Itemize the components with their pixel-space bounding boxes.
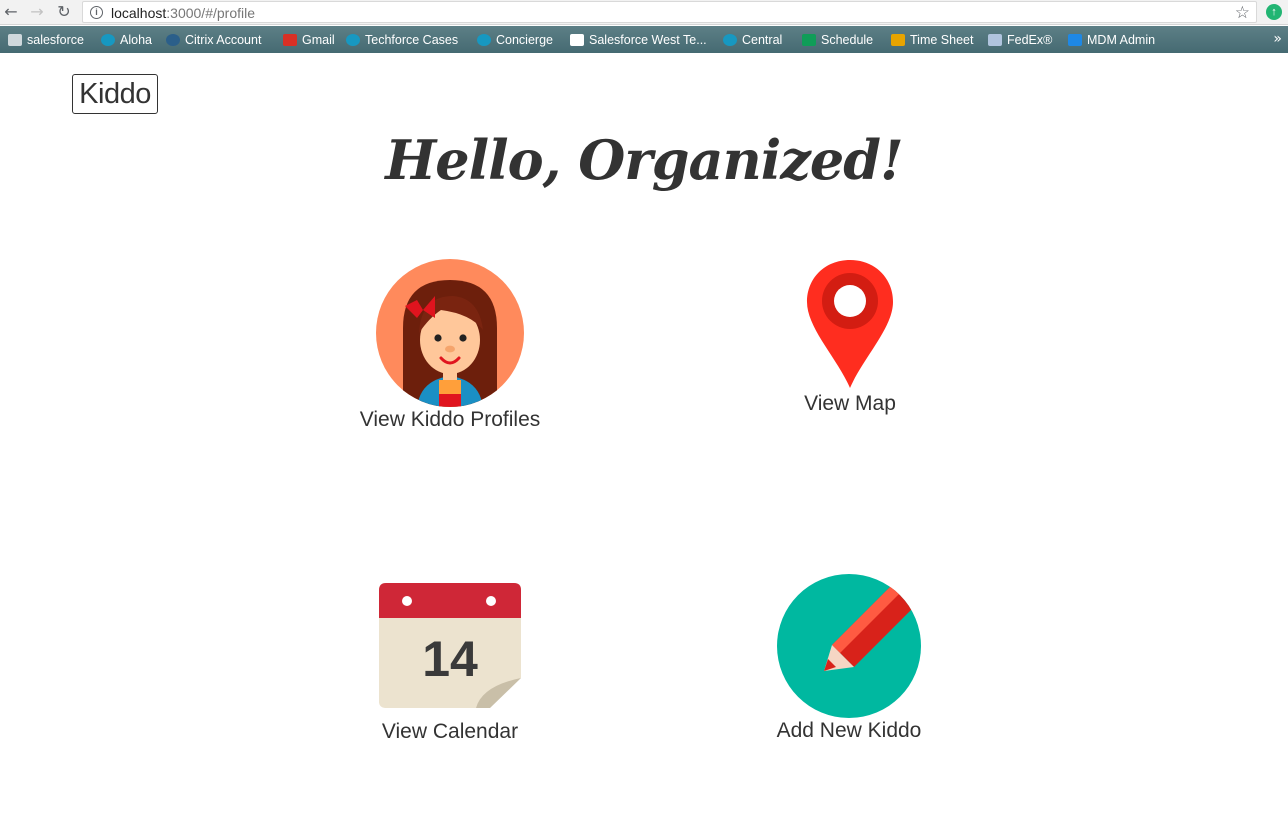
bookmark-item[interactable]: Salesforce West Te...	[570, 32, 707, 48]
bookmark-star-icon[interactable]: ☆	[1235, 3, 1250, 23]
brand-link[interactable]: Kiddo	[72, 74, 158, 114]
bookmarks-bar: » salesforce Aloha Citrix Account Gmail Tech…	[0, 26, 1288, 53]
browser-toolbar: ← → ↻ i localhost:3000/#/profile ☆ ↑	[0, 0, 1288, 25]
bookmark-item[interactable]: Citrix Account	[166, 32, 261, 48]
page-title: Hello, Organized!	[385, 128, 904, 192]
address-bar[interactable]: i localhost:3000/#/profile ☆	[82, 1, 1257, 23]
page-icon	[570, 34, 584, 46]
cloud-icon	[101, 34, 115, 46]
bookmark-item[interactable]: FedEx®	[988, 32, 1052, 48]
bookmark-item[interactable]: Central	[723, 32, 782, 48]
view-profiles-tile[interactable]: View Kiddo Profiles	[340, 258, 560, 432]
forward-arrow-icon[interactable]: →	[28, 3, 46, 21]
add-kiddo-label[interactable]: Add New Kiddo	[739, 719, 959, 743]
extension-icon[interactable]: ↑	[1266, 4, 1282, 20]
bookmark-label: Citrix Account	[185, 33, 262, 47]
view-map-label[interactable]: View Map	[760, 392, 940, 416]
bookmark-label: Time Sheet	[910, 33, 974, 47]
bookmark-label: Gmail	[302, 33, 335, 47]
cloud-icon	[346, 34, 360, 46]
bookmark-label: salesforce	[27, 33, 84, 47]
pencil-icon	[777, 574, 921, 718]
bookmark-label: FedEx®	[1007, 33, 1053, 47]
back-arrow-icon[interactable]: ←	[2, 3, 20, 21]
add-kiddo-tile[interactable]: Add New Kiddo	[739, 573, 959, 743]
bookmark-label: Concierge	[496, 33, 553, 47]
view-profiles-label[interactable]: View Kiddo Profiles	[340, 408, 560, 432]
bookmark-item[interactable]: Concierge	[477, 32, 553, 48]
bookmark-item[interactable]: Gmail	[283, 32, 335, 48]
map-pin-icon	[807, 260, 893, 388]
bookmark-label: Salesforce West Te...	[589, 33, 707, 47]
url-text[interactable]: localhost:3000/#/profile	[111, 5, 255, 21]
bookmark-label: MDM Admin	[1087, 33, 1156, 47]
calendar-day-number: 14	[422, 631, 478, 687]
girl-avatar-icon	[376, 259, 524, 407]
bookmark-item[interactable]: salesforce	[8, 32, 84, 48]
linkedin-icon	[166, 34, 180, 46]
timesheet-icon	[891, 34, 905, 46]
cloud-icon	[477, 34, 491, 46]
sheet-icon	[802, 34, 816, 46]
url-host: localhost	[111, 5, 167, 21]
bookmark-item[interactable]: Techforce Cases	[346, 32, 458, 48]
view-calendar-tile[interactable]: 14 View Calendar	[340, 582, 560, 744]
bookmark-label: Schedule	[821, 33, 874, 47]
flag-icon	[988, 34, 1002, 46]
bookmarks-overflow-icon[interactable]: »	[1273, 31, 1282, 47]
bookmark-label: Central	[742, 33, 783, 47]
view-calendar-label[interactable]: View Calendar	[340, 720, 560, 744]
view-map-tile[interactable]: View Map	[760, 258, 940, 416]
cloud-icon	[723, 34, 737, 46]
bookmark-item[interactable]: Schedule	[802, 32, 873, 48]
bookmark-label: Techforce Cases	[365, 33, 459, 47]
bookmark-item[interactable]: Aloha	[101, 32, 152, 48]
info-icon[interactable]: i	[90, 6, 103, 19]
bookmark-item[interactable]: MDM Admin	[1068, 32, 1155, 48]
bookmark-item[interactable]: Time Sheet	[891, 32, 973, 48]
bookmark-label: Aloha	[120, 33, 152, 47]
gmail-icon	[283, 34, 297, 46]
reload-icon[interactable]: ↻	[55, 3, 73, 21]
calendar-icon: 14	[379, 583, 521, 708]
aw-icon	[1068, 34, 1082, 46]
folder-icon	[8, 34, 22, 46]
url-path: :3000/#/profile	[166, 5, 255, 21]
